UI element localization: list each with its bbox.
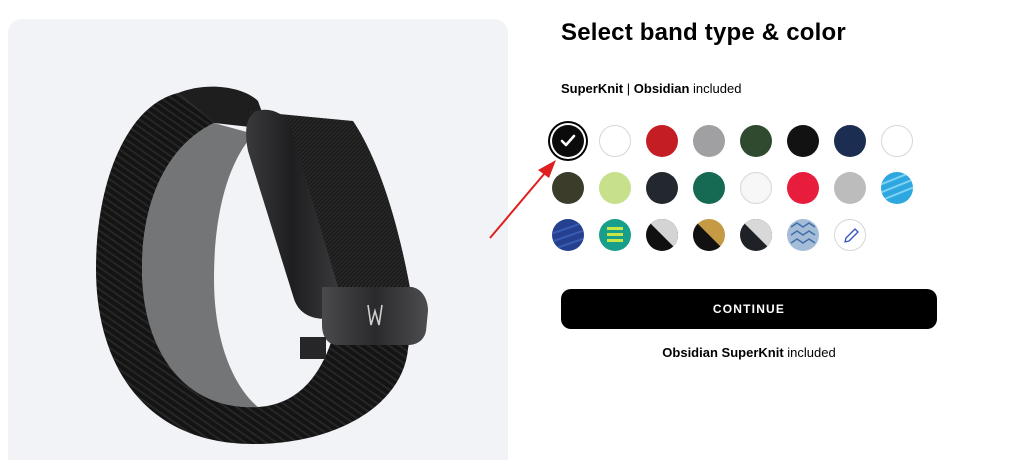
color-swatch-crimson[interactable] <box>787 172 819 204</box>
swatch-pattern <box>552 221 584 251</box>
color-swatch-teal[interactable] <box>693 172 725 204</box>
color-swatch-blue-pattern[interactable] <box>787 219 819 251</box>
swatch-pattern <box>740 219 772 251</box>
color-swatch-black-silver[interactable] <box>646 219 678 251</box>
color-swatch-sky[interactable] <box>881 172 913 204</box>
swatch-pattern <box>881 172 913 202</box>
product-image-panel <box>8 19 508 460</box>
summary-band-type: SuperKnit <box>721 345 784 360</box>
selection-separator: | <box>626 81 631 96</box>
swatch-pattern <box>790 222 816 244</box>
color-swatch-jade-stripe[interactable] <box>599 219 631 251</box>
color-swatch-navy[interactable] <box>834 125 866 157</box>
color-swatch-obsidian[interactable] <box>552 125 584 157</box>
included-summary: Obsidian SuperKnit included <box>561 345 937 360</box>
selection-suffix: included <box>693 81 742 96</box>
color-swatch-ivory[interactable] <box>881 125 913 157</box>
color-swatch-grey-black[interactable] <box>740 219 772 251</box>
selected-band-type: SuperKnit <box>561 81 624 96</box>
color-swatch-red[interactable] <box>646 125 678 157</box>
continue-button[interactable]: CONTINUE <box>561 289 937 329</box>
color-swatch-forest[interactable] <box>740 125 772 157</box>
swatch-pattern <box>693 219 725 251</box>
check-icon <box>560 134 576 147</box>
summary-suffix: included <box>787 345 836 360</box>
color-swatch-grey[interactable] <box>693 125 725 157</box>
color-swatch-silver[interactable] <box>834 172 866 204</box>
color-swatch-pearl[interactable] <box>740 172 772 204</box>
selected-color: Obsidian <box>633 81 690 96</box>
summary-color: Obsidian <box>662 345 718 360</box>
pencil-icon <box>844 228 859 243</box>
color-swatch-royal[interactable] <box>552 219 584 251</box>
color-swatch-lime[interactable] <box>599 172 631 204</box>
color-swatch-olive[interactable] <box>552 172 584 204</box>
color-swatch-charcoal[interactable] <box>646 172 678 204</box>
page-title: Select band type & color <box>561 19 846 46</box>
color-swatch-white[interactable] <box>599 125 631 157</box>
color-swatch-custom[interactable] <box>834 219 866 251</box>
swatch-pattern <box>646 219 678 251</box>
selected-option-text: SuperKnit | Obsidian included <box>561 81 741 96</box>
color-swatch-black-gold[interactable] <box>693 219 725 251</box>
band-product-image <box>96 86 428 444</box>
swatch-pattern <box>607 227 623 242</box>
color-swatch-black[interactable] <box>787 125 819 157</box>
